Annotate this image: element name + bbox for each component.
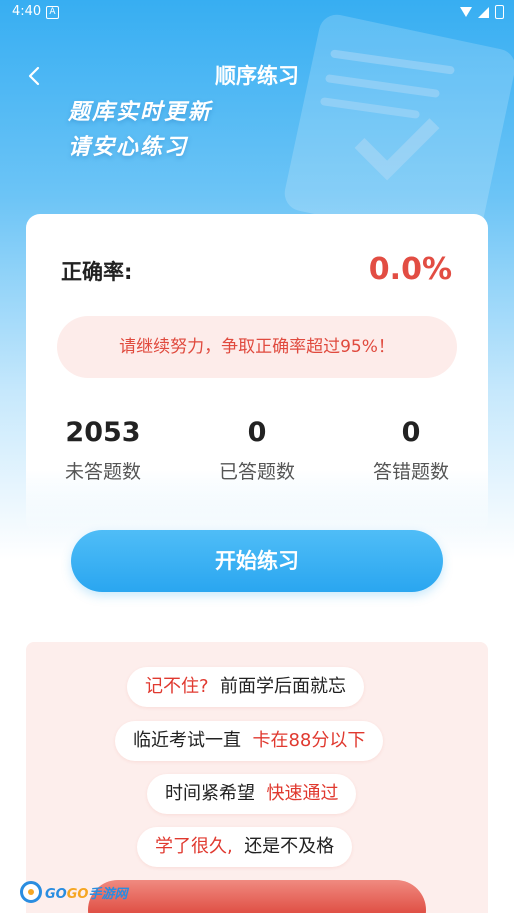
stat-number: 2053 [65, 417, 141, 448]
watermark-text: GOGO手游网 [45, 883, 127, 902]
pain-point-text: 还是不及格 [244, 836, 335, 857]
status-icons [460, 0, 504, 24]
pain-point-text: 临近考试一直 [133, 730, 241, 751]
pain-points-card: 记不住? 前面学后面就忘 临近考试一直 卡在88分以下 时间紧希望 快速通过 学… [26, 642, 488, 913]
stat-label: 答错题数 [372, 461, 449, 483]
pain-point-pill: 时间紧希望 快速通过 [147, 774, 357, 814]
stat-answered: 0 已答题数 [187, 414, 327, 492]
stat-number: 0 [401, 417, 421, 448]
pain-point-highlight: 卡在88分以下 [252, 730, 366, 751]
encouragement-banner: 请继续努力，争取正确率超过95%！ [57, 316, 457, 378]
wifi-icon [460, 7, 472, 17]
watermark-brand-a: GO [45, 886, 67, 902]
pain-point-text: 前面学后面就忘 [220, 676, 347, 697]
battery-icon [495, 5, 504, 19]
status-time: 4:40 [12, 4, 42, 19]
pain-point-highlight: 快速通过 [266, 783, 339, 804]
bottom-action-button[interactable] [88, 880, 426, 913]
watermark-brand-b: GO [66, 886, 89, 902]
page-title: 顺序练习 [215, 64, 299, 88]
start-practice-button[interactable]: 开始练习 [71, 530, 443, 592]
pain-point-pill: 临近考试一直 卡在88分以下 [115, 721, 384, 761]
accuracy-value: 0.0% [368, 252, 452, 287]
stat-number: 0 [247, 417, 267, 448]
slogan-line-1: 题库实时更新 [68, 100, 213, 125]
status-bar: 4:40 A [0, 0, 514, 24]
pain-point-highlight: 学了很久, [155, 836, 233, 857]
slogan-line-2: 请安心练习 [68, 135, 189, 160]
gogo-logo-icon [20, 881, 42, 903]
watermark: GOGO手游网 [20, 878, 127, 906]
stat-label: 已答题数 [218, 461, 295, 483]
pain-point-pill: 记不住? 前面学后面就忘 [127, 667, 365, 707]
pain-point-pill: 学了很久, 还是不及格 [137, 827, 353, 867]
pain-point-highlight: 记不住? [145, 676, 209, 697]
accuracy-label: 正确率: [61, 260, 133, 284]
signal-icon [478, 6, 489, 18]
pain-point-text: 时间紧希望 [165, 783, 255, 804]
stat-unanswered: 2053 未答题数 [33, 414, 173, 492]
watermark-suffix: 手游网 [88, 886, 128, 902]
notification-icon: A [46, 6, 59, 19]
stats-card: 正确率: 0.0% 请继续努力，争取正确率超过95%！ 2053 未答题数 0 … [26, 214, 488, 534]
stat-wrong: 0 答错题数 [341, 414, 481, 492]
stat-label: 未答题数 [64, 461, 141, 483]
